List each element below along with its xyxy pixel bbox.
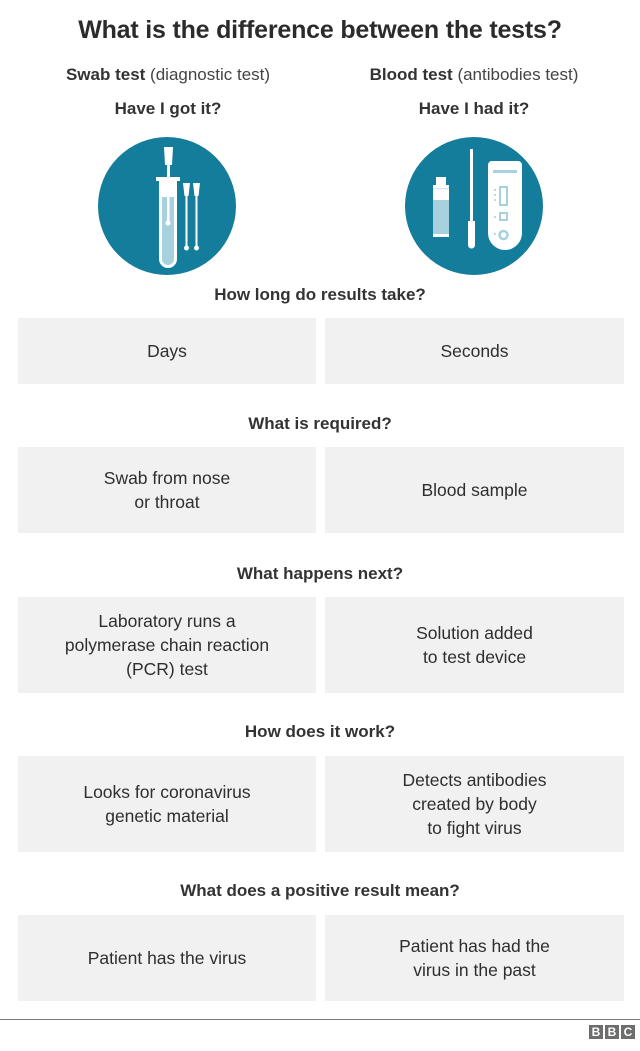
infographic-title: What is the difference between the tests… [78,16,562,44]
blood-results-time-cell: Seconds [325,318,624,384]
blood-next-steps-cell: Solution added to test device [325,597,624,693]
swab-results-time-cell: Days [18,318,316,384]
blood-test-header: Blood test (antibodies test) [314,65,634,85]
swab-how-it-works-cell: Looks for coronavirus genetic material [18,756,316,852]
swab-test-name: Swab test [65,65,146,84]
bbc-logo-letter: B [605,1025,619,1039]
swab-positive-result-cell: Patient has the virus [18,915,316,1001]
blood-how-it-works-cell: Detects antibodies created by body to fi… [325,756,624,852]
blood-test-kit-icon [405,137,543,275]
swab-test-question: Have I got it? [114,99,222,118]
footer-divider [0,1019,640,1020]
blood-test-subtitle: (antibodies test) [457,65,579,84]
blood-test-question: Have I had it? [418,99,530,118]
swab-test-tube-icon [98,137,236,275]
section-title-positive-result: What does a positive result mean? [180,881,460,900]
section-title-required: What is required? [248,414,392,433]
swab-test-subtitle: (diagnostic test) [150,65,271,84]
swab-required-cell: Swab from nose or throat [18,447,316,533]
section-title-how-it-works: How does it work? [244,722,396,741]
bbc-logo-letter: C [621,1025,635,1039]
section-title-results-time: How long do results take? [214,285,426,304]
swab-next-steps-cell: Laboratory runs a polymerase chain react… [18,597,316,693]
blood-required-cell: Blood sample [325,447,624,533]
section-title-next-steps: What happens next? [236,564,404,583]
bbc-logo-letter: B [589,1025,603,1039]
bbc-logo: B B C [589,1025,635,1039]
blood-positive-result-cell: Patient has had the virus in the past [325,915,624,1001]
swab-test-header: Swab test (diagnostic test) [8,65,328,85]
blood-test-name: Blood test [369,65,453,84]
